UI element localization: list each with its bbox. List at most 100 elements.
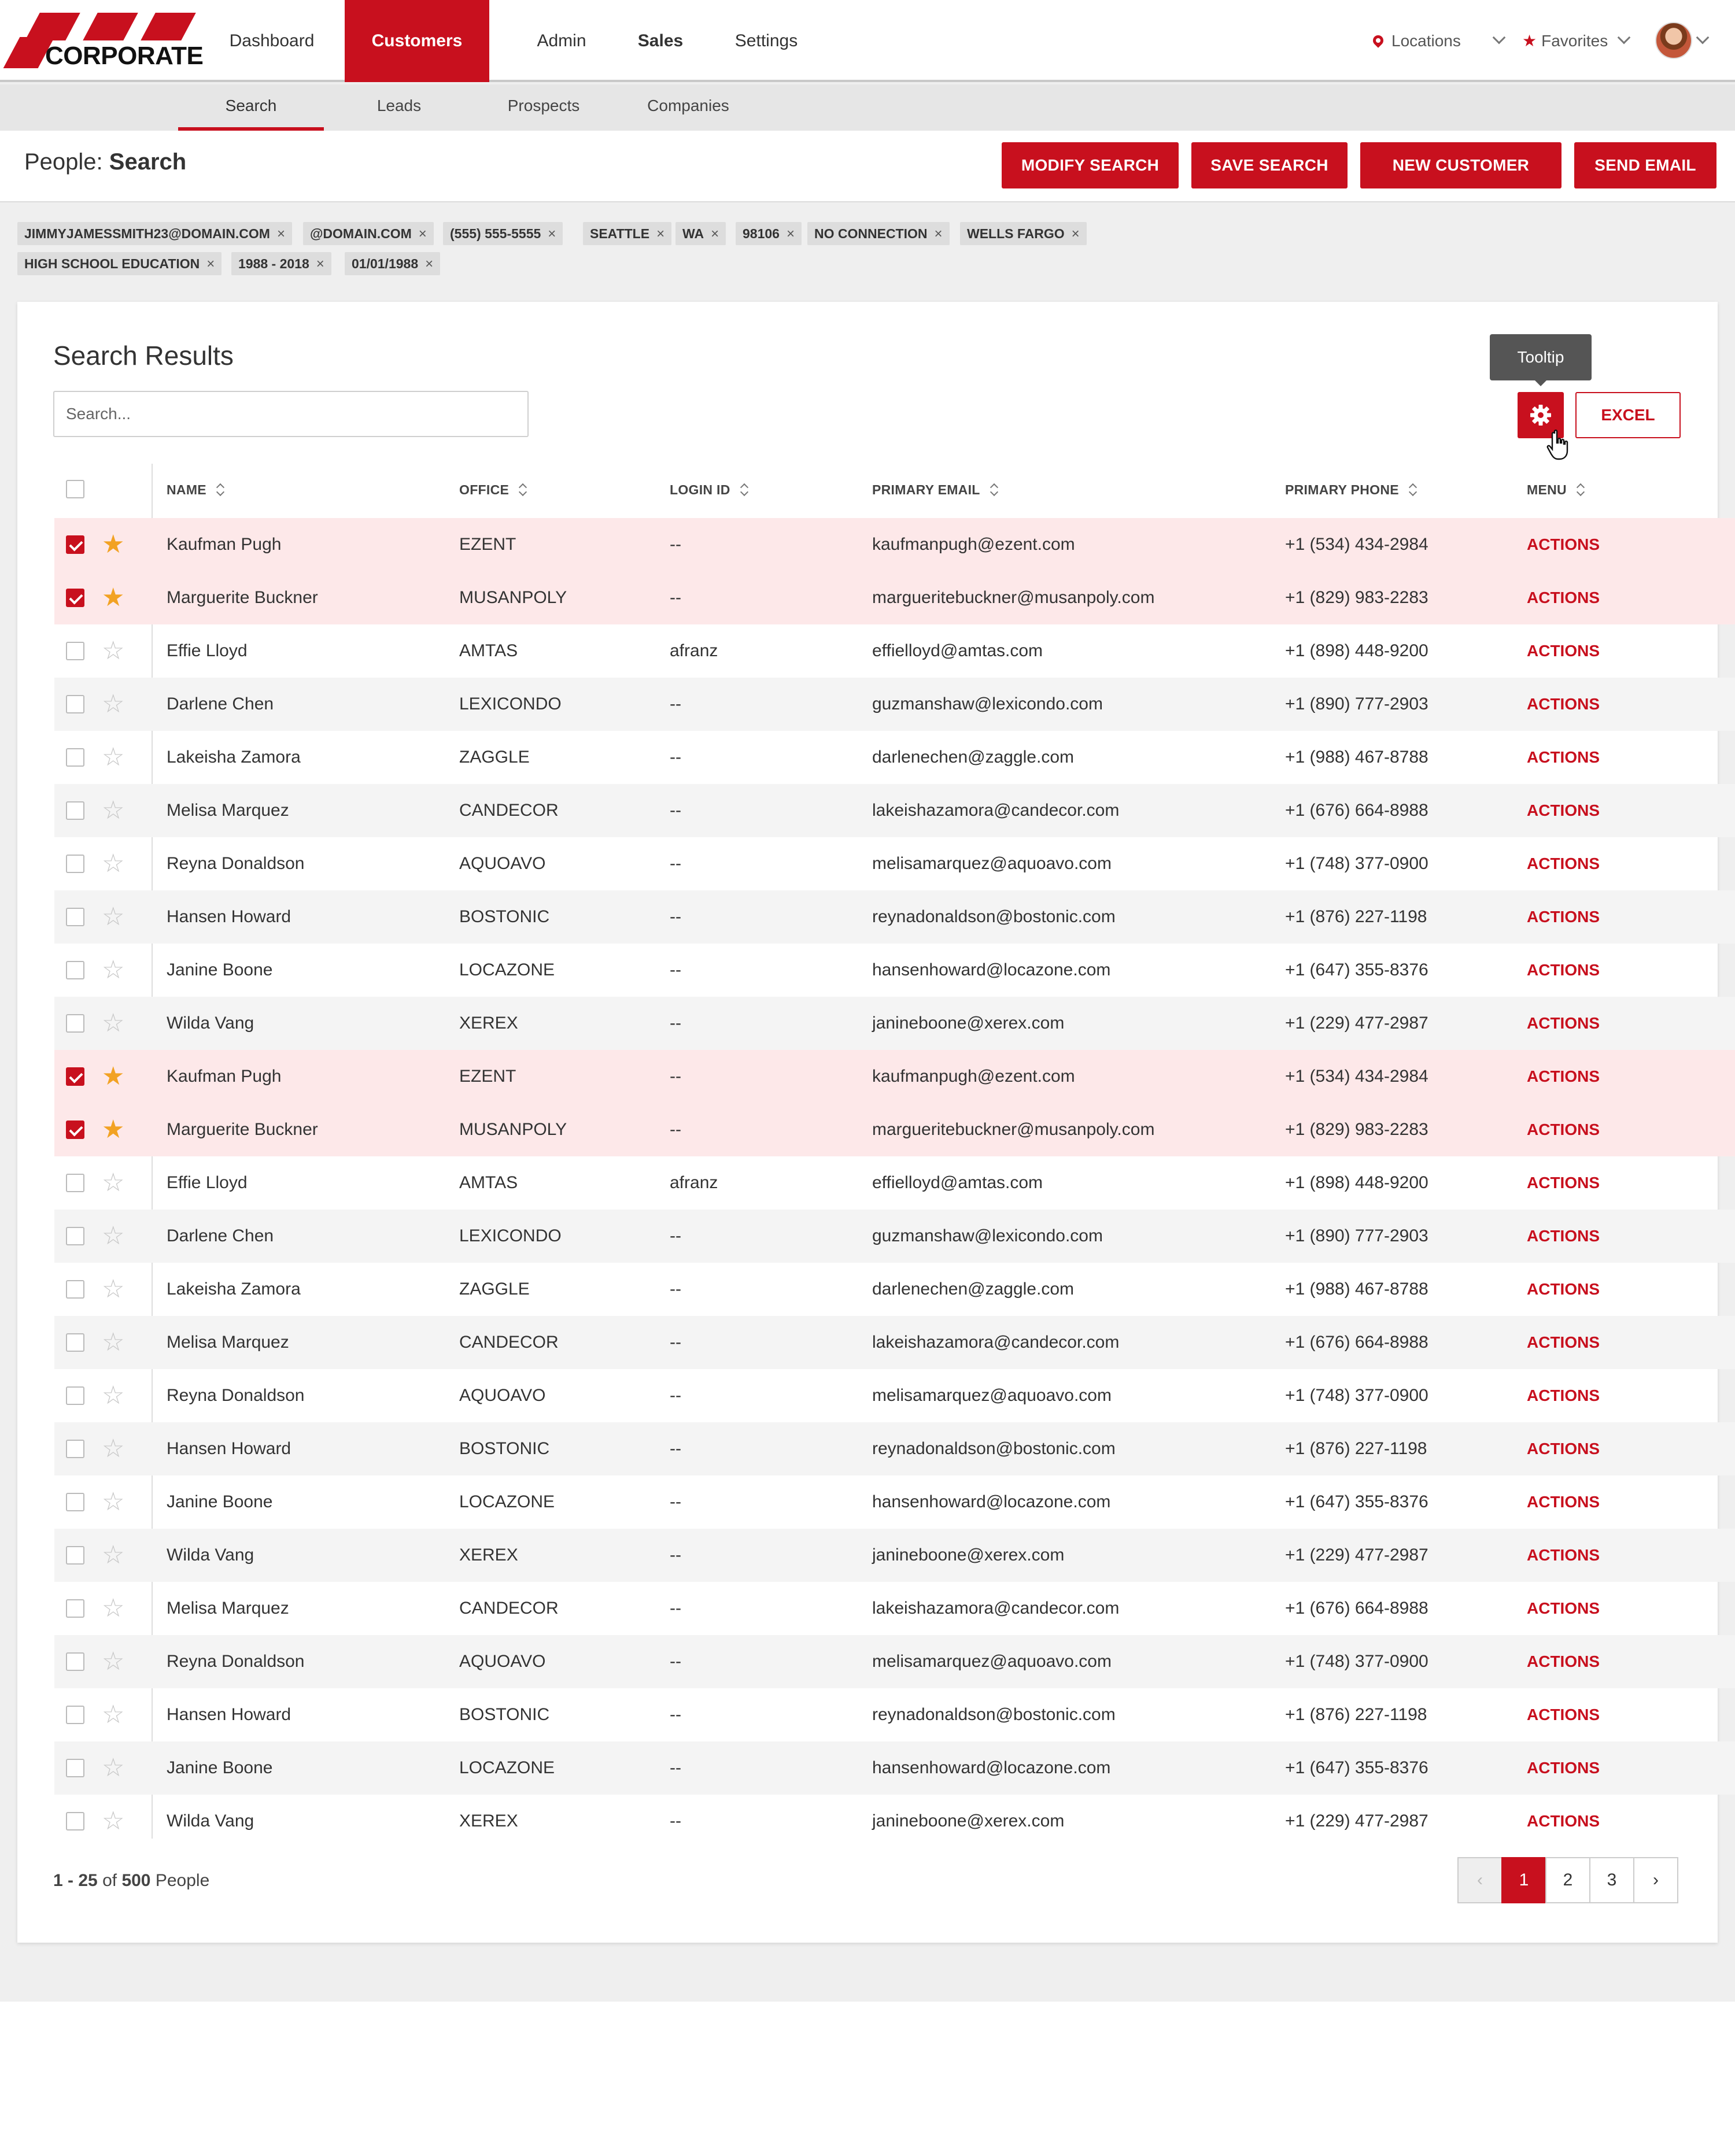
table-row[interactable]: ☆ Melisa Marquez CANDECOR -- lakeishazamora@… bbox=[54, 1316, 1735, 1369]
actions-link[interactable]: ACTIONS bbox=[1527, 1422, 1600, 1475]
actions-link[interactable]: ACTIONS bbox=[1527, 624, 1600, 678]
remove-filter-icon[interactable]: × bbox=[787, 226, 795, 242]
remove-filter-icon[interactable]: × bbox=[316, 256, 324, 272]
favorite-star-icon[interactable]: ☆ bbox=[102, 1529, 124, 1582]
row-checkbox[interactable] bbox=[66, 1706, 84, 1724]
table-row[interactable]: ☆ Darlene Chen LEXICONDO -- guzmanshaw@lexic… bbox=[54, 1210, 1735, 1263]
remove-filter-icon[interactable]: × bbox=[935, 226, 943, 242]
remove-filter-icon[interactable]: × bbox=[1072, 226, 1080, 242]
remove-filter-icon[interactable]: × bbox=[277, 226, 285, 242]
row-checkbox[interactable] bbox=[66, 1812, 84, 1830]
favorite-star-icon[interactable]: ☆ bbox=[102, 944, 124, 997]
favorites-dropdown[interactable]: ★ Favorites bbox=[1522, 0, 1631, 82]
favorite-star-icon[interactable]: ☆ bbox=[102, 890, 124, 944]
actions-link[interactable]: ACTIONS bbox=[1527, 678, 1600, 731]
table-row[interactable]: ☆ Hansen Howard BOSTONIC -- reynadonaldson@b… bbox=[54, 1688, 1735, 1741]
favorite-star-icon[interactable]: ★ bbox=[102, 571, 124, 624]
row-checkbox[interactable] bbox=[66, 642, 84, 660]
favorite-star-icon[interactable]: ☆ bbox=[102, 1741, 124, 1795]
column-header-menu[interactable]: MENU bbox=[1527, 464, 1584, 516]
favorite-star-icon[interactable]: ☆ bbox=[102, 1369, 124, 1422]
save-search-button[interactable]: SAVE SEARCH bbox=[1191, 142, 1348, 188]
next-page-button[interactable]: › bbox=[1633, 1857, 1678, 1903]
nav-sales[interactable]: Sales bbox=[617, 0, 704, 82]
previous-page-button[interactable]: ‹ bbox=[1457, 1857, 1503, 1903]
favorite-star-icon[interactable]: ☆ bbox=[102, 784, 124, 837]
column-header-primary-phone[interactable]: PRIMARY PHONE bbox=[1285, 464, 1416, 516]
table-row[interactable]: ☆ Hansen Howard BOSTONIC -- reynadonaldson@b… bbox=[54, 890, 1735, 944]
actions-link[interactable]: ACTIONS bbox=[1527, 1582, 1600, 1635]
table-row[interactable]: ☆ Janine Boone LOCAZONE -- hansenhoward@loca… bbox=[54, 1741, 1735, 1795]
row-checkbox[interactable] bbox=[66, 1280, 84, 1299]
subnav-search[interactable]: Search bbox=[178, 84, 324, 131]
column-header-office[interactable]: OFFICE bbox=[459, 464, 526, 516]
row-checkbox[interactable] bbox=[66, 1014, 84, 1033]
row-checkbox[interactable] bbox=[66, 1599, 84, 1618]
row-checkbox[interactable] bbox=[66, 1174, 84, 1192]
actions-link[interactable]: ACTIONS bbox=[1527, 1475, 1600, 1529]
actions-link[interactable]: ACTIONS bbox=[1527, 1316, 1600, 1369]
table-row[interactable]: ☆ Lakeisha Zamora ZAGGLE -- darlenechen@zagg… bbox=[54, 1263, 1735, 1316]
locations-dropdown[interactable]: Locations bbox=[1371, 0, 1506, 82]
favorite-star-icon[interactable]: ☆ bbox=[102, 1475, 124, 1529]
table-row[interactable]: ☆ Lakeisha Zamora ZAGGLE -- darlenechen@zagg… bbox=[54, 731, 1735, 784]
row-checkbox[interactable] bbox=[66, 961, 84, 979]
actions-link[interactable]: ACTIONS bbox=[1527, 837, 1600, 890]
favorite-star-icon[interactable]: ★ bbox=[102, 1103, 124, 1156]
actions-link[interactable]: ACTIONS bbox=[1527, 1369, 1600, 1422]
favorite-star-icon[interactable]: ☆ bbox=[102, 1422, 124, 1475]
table-row[interactable]: ★ Marguerite Buckner MUSANPOLY -- marguerite… bbox=[54, 1103, 1735, 1156]
remove-filter-icon[interactable]: × bbox=[206, 256, 215, 272]
table-row[interactable]: ☆ Wilda Vang XEREX -- janineboone@xerex.com +… bbox=[54, 1529, 1735, 1582]
row-checkbox[interactable] bbox=[66, 589, 84, 607]
column-header-login-id[interactable]: LOGIN ID bbox=[670, 464, 748, 516]
nav-dashboard[interactable]: Dashboard bbox=[205, 0, 339, 82]
row-checkbox[interactable] bbox=[66, 1440, 84, 1458]
table-row[interactable]: ☆ Effie Lloyd AMTAS afranz effielloyd@amtas.… bbox=[54, 1156, 1735, 1210]
row-checkbox[interactable] bbox=[66, 1120, 84, 1139]
remove-filter-icon[interactable]: × bbox=[425, 256, 433, 272]
actions-link[interactable]: ACTIONS bbox=[1527, 1741, 1600, 1795]
favorite-star-icon[interactable]: ☆ bbox=[102, 1582, 124, 1635]
subnav-leads[interactable]: Leads bbox=[335, 84, 463, 131]
actions-link[interactable]: ACTIONS bbox=[1527, 1156, 1600, 1210]
actions-link[interactable]: ACTIONS bbox=[1527, 571, 1600, 624]
favorite-star-icon[interactable]: ☆ bbox=[102, 997, 124, 1050]
favorite-star-icon[interactable]: ☆ bbox=[102, 1156, 124, 1210]
favorite-star-icon[interactable]: ★ bbox=[102, 1050, 124, 1103]
favorite-star-icon[interactable]: ☆ bbox=[102, 1210, 124, 1263]
row-checkbox[interactable] bbox=[66, 801, 84, 820]
actions-link[interactable]: ACTIONS bbox=[1527, 1263, 1600, 1316]
new-customer-button[interactable]: NEW CUSTOMER bbox=[1360, 142, 1562, 188]
actions-link[interactable]: ACTIONS bbox=[1527, 731, 1600, 784]
row-checkbox[interactable] bbox=[66, 1067, 84, 1086]
actions-link[interactable]: ACTIONS bbox=[1527, 784, 1600, 837]
nav-customers[interactable]: Customers bbox=[345, 0, 489, 82]
actions-link[interactable]: ACTIONS bbox=[1527, 1529, 1600, 1582]
favorite-star-icon[interactable]: ☆ bbox=[102, 1635, 124, 1688]
row-checkbox[interactable] bbox=[66, 748, 84, 767]
excel-export-button[interactable]: EXCEL bbox=[1575, 392, 1681, 438]
row-checkbox[interactable] bbox=[66, 1652, 84, 1671]
corporate-logo[interactable]: CORPORATE bbox=[3, 13, 204, 70]
row-checkbox[interactable] bbox=[66, 908, 84, 926]
favorite-star-icon[interactable]: ☆ bbox=[102, 1795, 124, 1848]
table-row[interactable]: ☆ Reyna Donaldson AQUOAVO -- melisamarquez@a… bbox=[54, 837, 1735, 890]
table-row[interactable]: ★ Marguerite Buckner MUSANPOLY -- marguerite… bbox=[54, 571, 1735, 624]
modify-search-button[interactable]: MODIFY SEARCH bbox=[1002, 142, 1179, 188]
actions-link[interactable]: ACTIONS bbox=[1527, 1103, 1600, 1156]
favorite-star-icon[interactable]: ☆ bbox=[102, 1263, 124, 1316]
table-row[interactable]: ☆ Melisa Marquez CANDECOR -- lakeishazamora@… bbox=[54, 1582, 1735, 1635]
table-row[interactable]: ☆ Janine Boone LOCAZONE -- hansenhoward@loca… bbox=[54, 1475, 1735, 1529]
remove-filter-icon[interactable]: × bbox=[711, 226, 719, 242]
row-checkbox[interactable] bbox=[66, 855, 84, 873]
row-checkbox[interactable] bbox=[66, 1759, 84, 1777]
row-checkbox[interactable] bbox=[66, 1227, 84, 1245]
nav-admin[interactable]: Admin bbox=[507, 0, 617, 82]
results-search-input[interactable] bbox=[53, 391, 529, 437]
select-all-checkbox[interactable] bbox=[66, 480, 84, 498]
actions-link[interactable]: ACTIONS bbox=[1527, 518, 1600, 571]
row-checkbox[interactable] bbox=[66, 1546, 84, 1565]
remove-filter-icon[interactable]: × bbox=[419, 226, 427, 242]
table-row[interactable]: ☆ Hansen Howard BOSTONIC -- reynadonaldson@b… bbox=[54, 1422, 1735, 1475]
